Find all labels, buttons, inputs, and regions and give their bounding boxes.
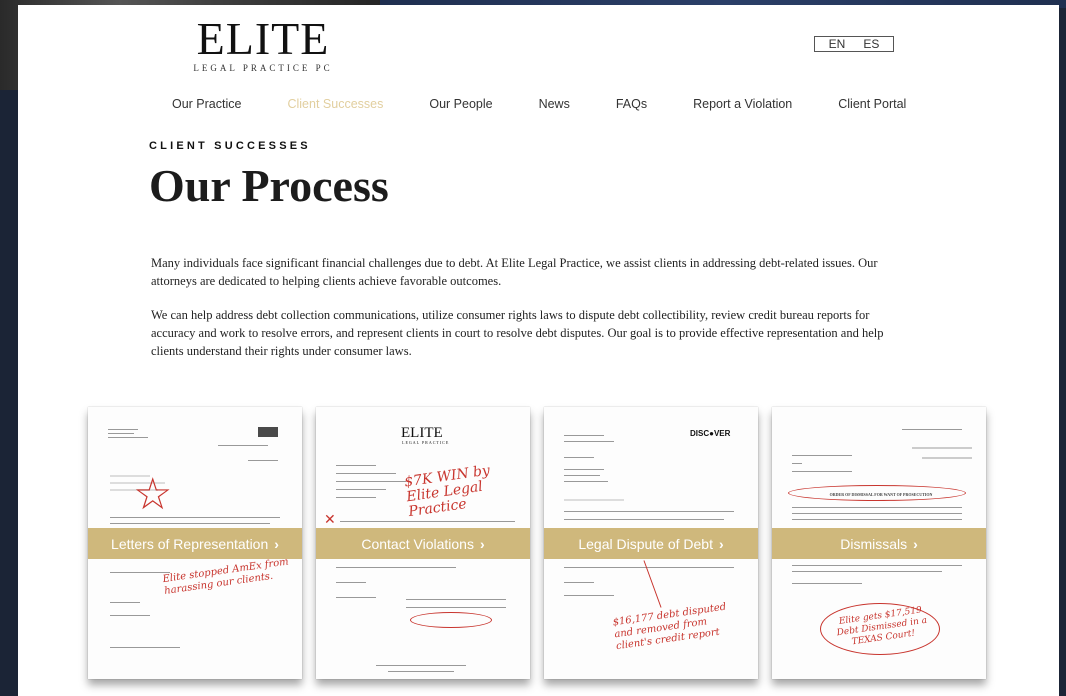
success-cards: ☆ Letters of Representation › Elite stop… (88, 407, 988, 687)
handwritten-note: $16,177 debt disputed and removed from c… (612, 601, 727, 653)
doc-sender-block (108, 429, 158, 438)
card-band: Contact Violations › (316, 528, 530, 559)
nav-news[interactable]: News (539, 97, 570, 111)
star-annotation-icon: ☆ (133, 470, 173, 519)
card-label: Dismissals (840, 535, 908, 552)
nav-faqs[interactable]: FAQs (616, 97, 647, 111)
handwritten-note: $7K WIN by Elite Legal Practice (403, 462, 491, 521)
card-letters-of-representation[interactable]: ☆ Letters of Representation › Elite stop… (88, 407, 302, 679)
page-container: ELITE LEGAL PRACTICE PC EN ES Our Practi… (18, 5, 1059, 696)
card-label: Contact Violations (361, 535, 474, 552)
language-es-button[interactable]: ES (863, 37, 879, 51)
section-eyebrow: CLIENT SUCCESSES (149, 140, 311, 152)
card-legal-dispute-of-debt[interactable]: DISC●VER Legal Dispute of Debt › $16,177… (544, 407, 758, 679)
card-label: Legal Dispute of Debt (578, 535, 713, 552)
doc-logo-sub: LEGAL PRACTICE (402, 440, 450, 445)
nav-our-practice[interactable]: Our Practice (172, 97, 241, 111)
amex-logo-icon (258, 427, 278, 437)
circled-heading-icon (788, 485, 966, 501)
language-switcher: EN ES (814, 36, 894, 52)
nav-client-successes[interactable]: Client Successes (287, 97, 383, 111)
intro-paragraph: Many individuals face significant financ… (151, 256, 878, 288)
chevron-right-icon: › (718, 535, 724, 552)
main-nav: Our Practice Client Successes Our People… (172, 97, 952, 111)
site-logo[interactable]: ELITE LEGAL PRACTICE PC (183, 13, 343, 74)
card-band: Dismissals › (772, 528, 986, 559)
card-contact-violations[interactable]: ELITE LEGAL PRACTICE $7K WIN by Elite Le… (316, 407, 530, 679)
discover-logo: DISC●VER (690, 429, 731, 438)
handwritten-note: Elite stopped AmEx from harassing our cl… (161, 556, 290, 597)
card-dismissals[interactable]: ORDER OF DISMISSAL FOR WANT OF PROSECUTI… (772, 407, 986, 679)
nav-our-people[interactable]: Our People (429, 97, 492, 111)
nav-report-violation[interactable]: Report a Violation (693, 97, 792, 111)
nav-client-portal[interactable]: Client Portal (838, 97, 906, 111)
services-paragraph: We can help address debt collection comm… (151, 308, 884, 358)
chevron-right-icon: › (913, 535, 918, 552)
card-label: Letters of Representation (111, 535, 269, 552)
logo-tagline: LEGAL PRACTICE PC (193, 63, 333, 73)
logo-wordmark: ELITE (196, 13, 330, 64)
x-mark-icon: ✕ (324, 511, 336, 527)
chevron-right-icon: › (479, 535, 485, 552)
page-title: Our Process (149, 160, 389, 211)
language-en-button[interactable]: EN (829, 37, 846, 51)
chevron-right-icon: › (274, 535, 279, 552)
card-band: Letters of Representation › (88, 528, 302, 559)
card-band: Legal Dispute of Debt › (544, 528, 758, 559)
circled-total-icon (410, 612, 492, 628)
